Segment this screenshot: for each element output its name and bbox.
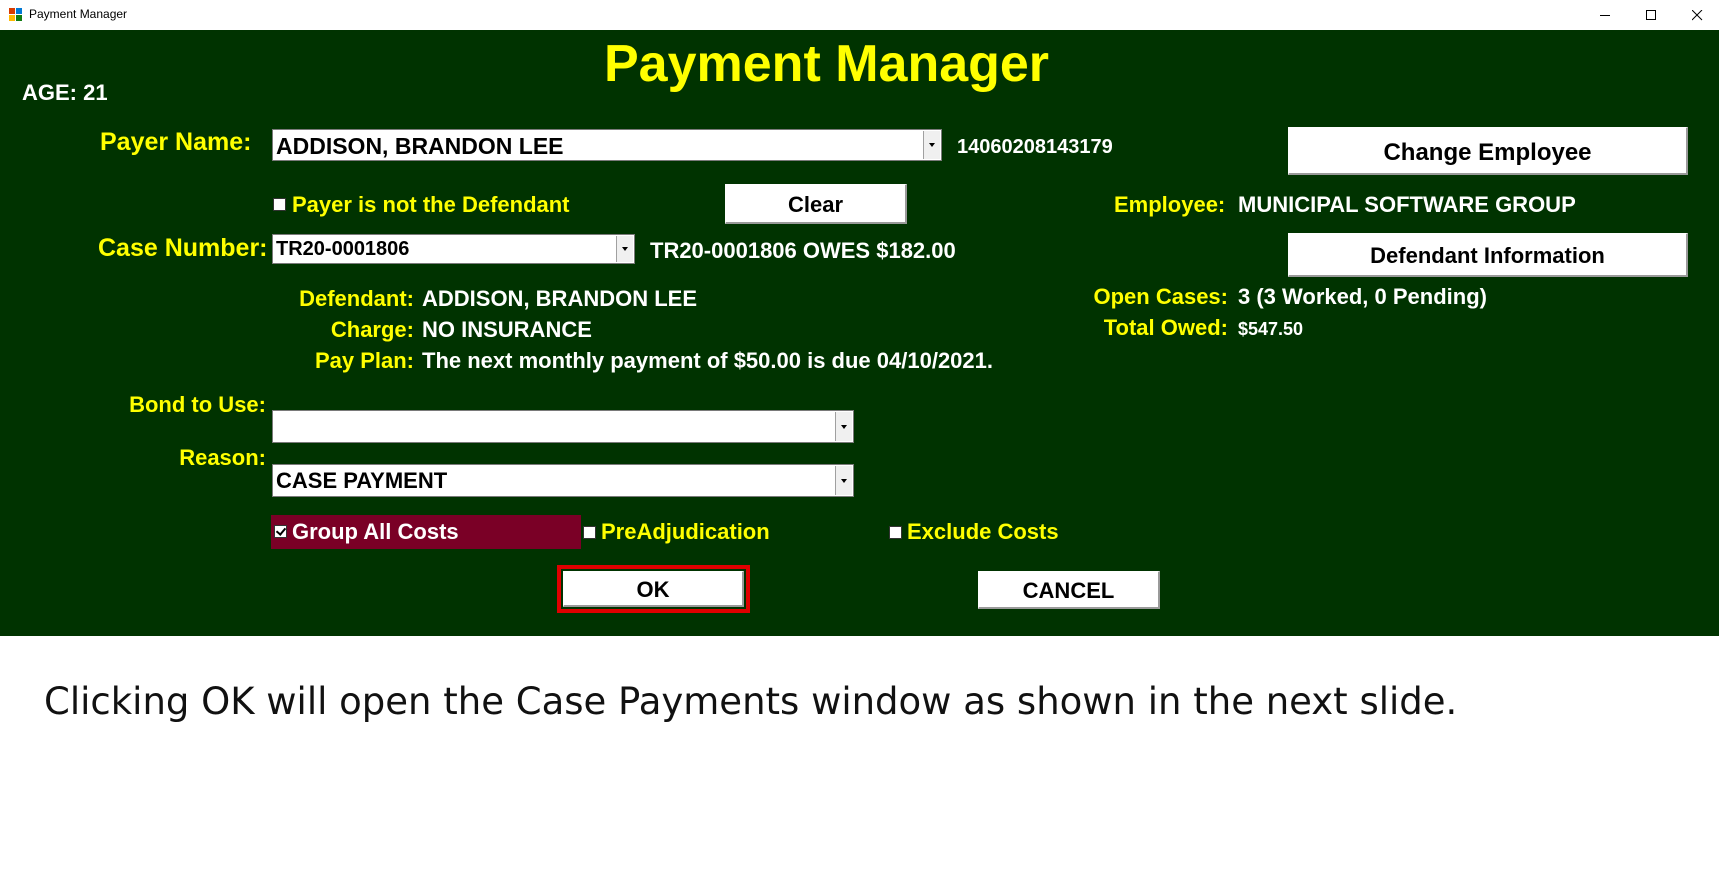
total-owed-value: $547.50: [1238, 319, 1304, 339]
charge-label: Charge:: [330, 317, 414, 342]
minimize-icon[interactable]: [1582, 0, 1628, 30]
preadjudication-label: PreAdjudication: [601, 519, 770, 544]
close-icon[interactable]: [1674, 0, 1719, 30]
open-cases-value: 3 (3 Worked, 0 Pending): [1238, 284, 1487, 309]
pay-plan-label: Pay Plan:: [314, 348, 414, 373]
cancel-button[interactable]: CANCEL: [978, 571, 1160, 609]
payer-not-defendant-label: Payer is not the Defendant: [292, 192, 570, 217]
payer-name-value: ADDISON, BRANDON LEE: [276, 133, 564, 159]
window-title: Payment Manager: [29, 7, 128, 21]
change-employee-button[interactable]: Change Employee: [1288, 127, 1688, 175]
dropdown-arrow-icon[interactable]: [835, 412, 852, 441]
clear-button[interactable]: Clear: [725, 184, 907, 224]
pay-plan-value: The next monthly payment of $50.00 is du…: [422, 348, 994, 373]
case-number-value: TR20-0001806: [276, 238, 410, 260]
payer-name-label: Payer Name:: [100, 128, 252, 156]
dropdown-arrow-icon[interactable]: [616, 236, 633, 262]
defendant-value: ADDISON, BRANDON LEE: [422, 286, 698, 311]
open-cases-label: Open Cases:: [1093, 284, 1229, 309]
reason-combobox[interactable]: CASE PAYMENT: [272, 464, 854, 497]
payer-name-combobox[interactable]: ADDISON, BRANDON LEE: [272, 129, 942, 161]
form-heading: Payment Manager: [604, 35, 1050, 93]
defendant-information-button[interactable]: Defendant Information: [1288, 233, 1688, 277]
case-owes: TR20-0001806 OWES $182.00: [650, 238, 956, 263]
group-all-costs-label: Group All Costs: [292, 519, 459, 544]
payer-id: 14060208143179: [957, 136, 1113, 158]
maximize-icon[interactable]: [1628, 0, 1674, 30]
dropdown-arrow-icon[interactable]: [923, 131, 940, 159]
app-icon: [9, 8, 22, 21]
employee-label: Employee:: [1114, 192, 1226, 217]
slide-caption: Clicking OK will open the Case Payments …: [44, 680, 1458, 723]
reason-label: Reason:: [179, 445, 266, 470]
window-titlebar: Payment Manager: [0, 0, 1719, 31]
case-number-combobox[interactable]: TR20-0001806: [272, 234, 635, 264]
charge-value: NO INSURANCE: [422, 317, 592, 342]
group-all-costs-checkbox[interactable]: [274, 525, 287, 538]
employee-value: MUNICIPAL SOFTWARE GROUP: [1238, 192, 1576, 217]
exclude-costs-checkbox[interactable]: [889, 526, 902, 539]
preadjudication-checkbox[interactable]: [583, 526, 596, 539]
total-owed-label: Total Owed:: [1103, 315, 1228, 340]
defendant-label: Defendant:: [299, 286, 414, 311]
exclude-costs-label: Exclude Costs: [907, 519, 1059, 544]
case-number-label: Case Number:: [98, 234, 268, 262]
age-label: AGE: 21: [22, 80, 108, 105]
dropdown-arrow-icon[interactable]: [835, 466, 852, 495]
ok-button[interactable]: OK: [563, 571, 744, 607]
payment-manager-form: Payment Manager AGE: 21 Payer Name: ADDI…: [0, 30, 1719, 636]
payer-not-defendant-checkbox[interactable]: [273, 198, 286, 211]
bond-combobox[interactable]: [272, 410, 854, 443]
bond-label: Bond to Use:: [129, 392, 266, 417]
reason-value: CASE PAYMENT: [276, 468, 448, 493]
